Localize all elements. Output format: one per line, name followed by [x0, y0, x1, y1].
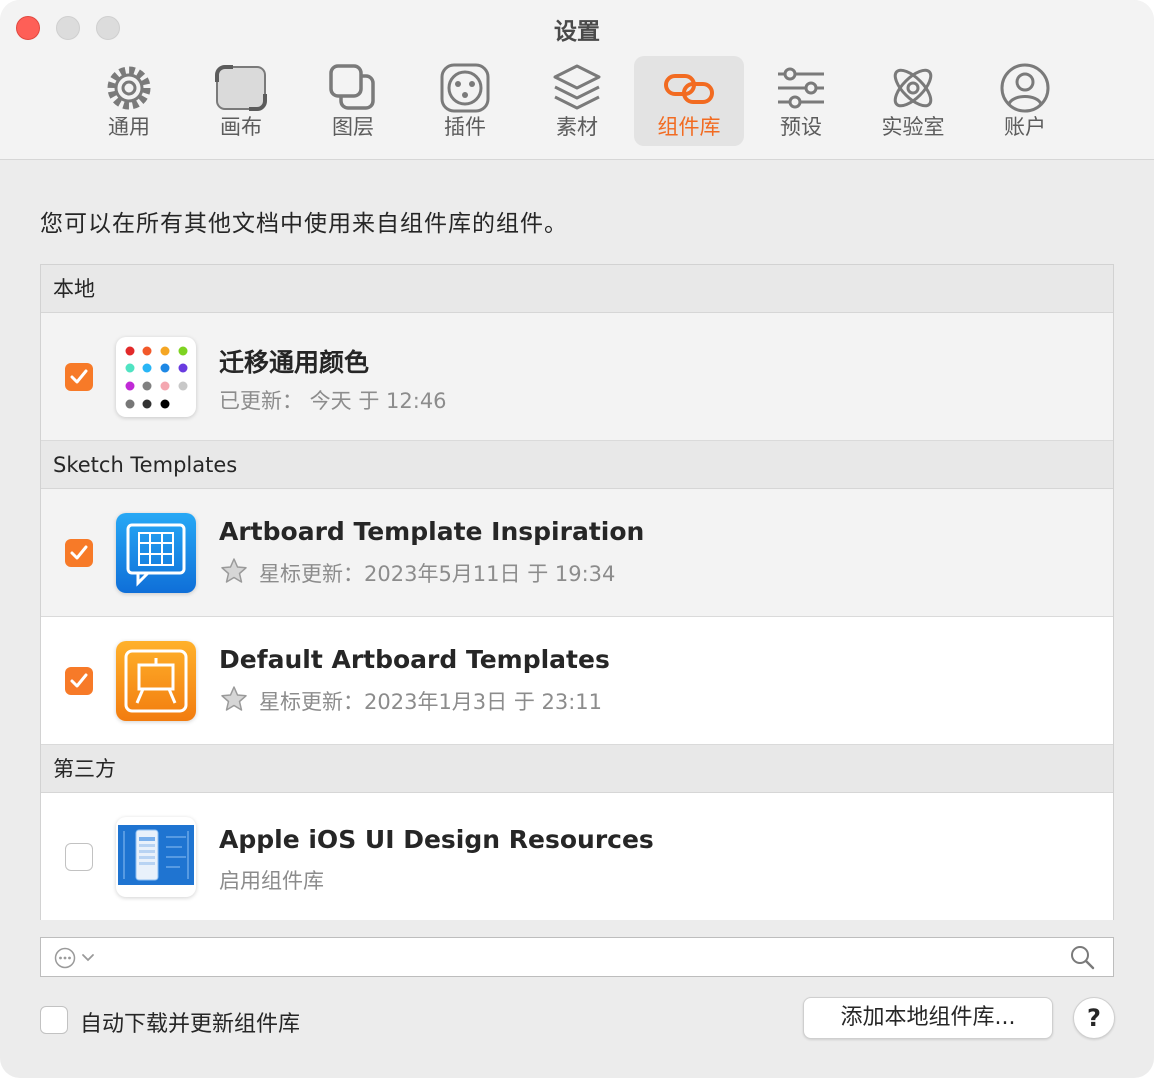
tab-label: 插件	[444, 115, 486, 139]
tab-label: 组件库	[657, 115, 721, 139]
library-subtitle: 星标更新：2023年5月11日 于 19:34	[259, 562, 616, 586]
tab-assets[interactable]: 素材	[522, 56, 632, 146]
library-subtitle: 启用组件库	[219, 869, 324, 893]
settings-window: 设置 通用 画布 图层 插件 素材 组件库 预设 实验室 账户 您可以在所有其他…	[0, 0, 1154, 1078]
checkmark-icon	[70, 369, 88, 384]
section-header-local: 本地	[41, 265, 1113, 313]
tab-label: 预设	[780, 115, 822, 139]
account-icon	[1000, 63, 1050, 113]
canvas-icon	[215, 65, 267, 111]
color-palette-icon	[116, 337, 196, 417]
tab-label: 实验室	[881, 115, 945, 139]
more-options-icon[interactable]	[53, 946, 101, 970]
plugin-icon	[440, 63, 490, 113]
sliders-icon	[778, 67, 824, 109]
help-button[interactable]: ?	[1073, 997, 1115, 1039]
library-subtitle: 已更新： 今天 于 12:46	[219, 389, 447, 413]
artboard-template-icon	[116, 513, 196, 593]
star-icon	[221, 686, 247, 711]
tab-labs[interactable]: 实验室	[858, 56, 968, 146]
checkmark-icon	[70, 545, 88, 560]
description-text: 您可以在所有其他文档中使用来自组件库的组件。	[40, 211, 568, 237]
checkmark-icon	[70, 673, 88, 688]
library-row[interactable]: Default Artboard Templates 星标更新：2023年1月3…	[41, 617, 1113, 745]
filter-bar	[40, 937, 1114, 977]
library-title: Default Artboard Templates	[219, 645, 610, 674]
library-checkbox[interactable]	[65, 667, 93, 695]
gear-icon	[107, 66, 151, 110]
window-title: 设置	[554, 19, 600, 45]
search-icon[interactable]	[1069, 944, 1095, 970]
auto-update-checkbox[interactable]	[40, 1006, 68, 1034]
ios-resources-icon	[116, 817, 196, 897]
artboard-template-icon	[116, 641, 196, 721]
library-title: 迁移通用颜色	[219, 348, 370, 377]
tab-label: 画布	[220, 115, 262, 139]
section-header-templates: Sketch Templates	[41, 441, 1113, 489]
library-title: Apple iOS UI Design Resources	[219, 825, 654, 854]
section-header-third-party: 第三方	[41, 745, 1113, 793]
library-row[interactable]: 迁移通用颜色 已更新： 今天 于 12:46	[41, 313, 1113, 441]
library-subtitle: 星标更新：2023年1月3日 于 23:11	[259, 690, 603, 714]
tab-label: 通用	[108, 115, 150, 139]
tab-plugins[interactable]: 插件	[410, 56, 520, 146]
tab-label: 图层	[332, 115, 374, 139]
tab-label: 账户	[1004, 115, 1046, 139]
tab-libraries[interactable]: 组件库	[634, 56, 744, 146]
library-checkbox[interactable]	[65, 843, 93, 871]
tab-label: 素材	[556, 115, 598, 139]
library-row[interactable]: Apple iOS UI Design Resources 启用组件库	[41, 793, 1113, 920]
library-title: Artboard Template Inspiration	[219, 517, 645, 546]
assets-icon	[553, 64, 601, 110]
tab-canvas[interactable]: 画布	[186, 56, 296, 146]
flask-icon	[893, 68, 933, 108]
star-icon	[221, 558, 247, 583]
library-checkbox[interactable]	[65, 539, 93, 567]
tab-account[interactable]: 账户	[970, 56, 1080, 146]
tab-presets[interactable]: 预设	[746, 56, 856, 146]
toolbar: 设置 通用 画布 图层 插件 素材 组件库 预设 实验室 账户	[0, 0, 1154, 160]
tab-layers[interactable]: 图层	[298, 56, 408, 146]
library-row[interactable]: Artboard Template Inspiration 星标更新：2023年…	[41, 489, 1113, 617]
library-checkbox[interactable]	[65, 363, 93, 391]
link-icon	[664, 74, 714, 104]
auto-update-label: 自动下载并更新组件库	[80, 1012, 301, 1037]
tab-general[interactable]: 通用	[74, 56, 184, 146]
layers-icon	[329, 64, 375, 110]
library-list: 本地 迁移通用颜色 已更新： 今天 于 12:46 Sketch Templat…	[40, 264, 1114, 920]
add-local-library-button[interactable]: 添加本地组件库...	[803, 997, 1053, 1039]
